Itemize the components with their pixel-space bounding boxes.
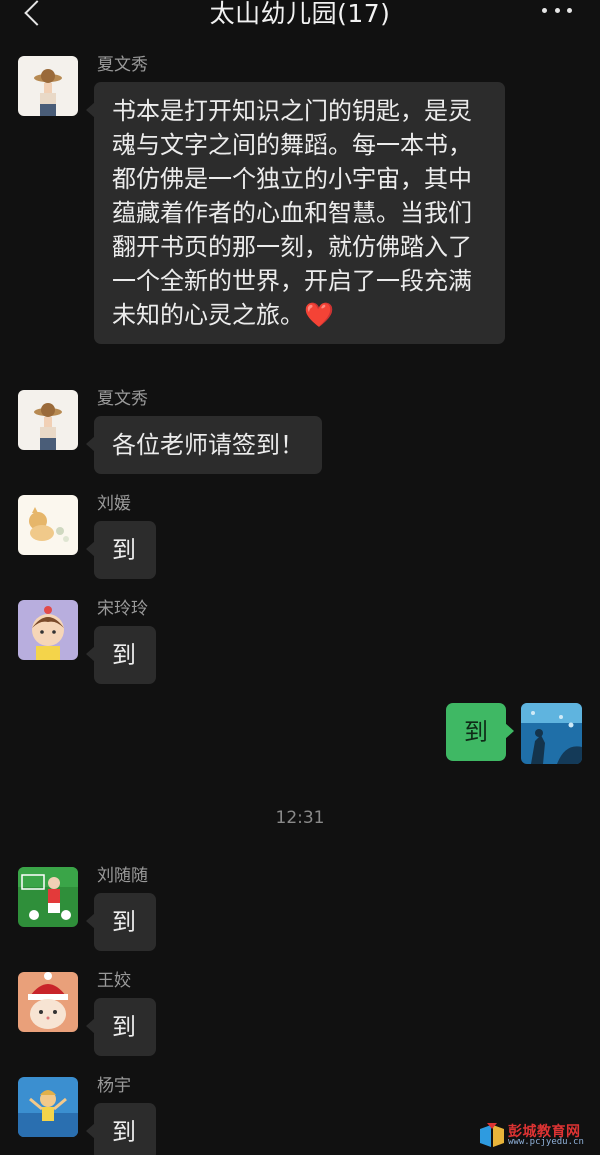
avatar[interactable] [18,972,78,1032]
self-avatar[interactable] [521,703,582,764]
avatar[interactable] [18,495,78,555]
self-message-bubble[interactable]: 到 [446,703,514,761]
watermark-logo: 彭城教育网 www.pcjyedu.cn [478,1121,596,1151]
avatar[interactable] [18,1077,78,1137]
sender-name: 杨宇 [97,1076,131,1096]
message-text: 到 [112,1118,136,1146]
message-text: 到 [112,641,136,669]
sender-name: 刘媛 [97,494,131,514]
message-bubble[interactable]: 到 [86,1103,156,1155]
sender-name: 夏文秀 [97,389,148,409]
avatar[interactable] [18,600,78,660]
message-text: 各位老师请签到！ [112,431,304,459]
message-bubble[interactable]: 到 [86,998,156,1056]
sender-name: 王姣 [97,971,131,991]
message-bubble[interactable]: 到 [86,521,156,579]
more-options-icon[interactable] [542,8,572,16]
message-text: 到 [112,1013,136,1041]
chat-title: 太山幼儿园(17) [209,0,391,28]
chat-header: 太山幼儿园(17) [0,0,600,34]
message-text: 到 [112,536,136,564]
heart-emoji: ❤️ [304,301,334,329]
message-text: 书本是打开知识之门的钥匙，是灵魂与文字之间的舞蹈。每一本书，都仿佛是一个独立的小… [112,97,472,329]
avatar[interactable] [18,56,78,116]
avatar[interactable] [18,390,78,450]
avatar[interactable] [18,867,78,927]
book-logo-icon [480,1123,504,1147]
message-text: 到 [464,718,488,746]
message-bubble[interactable]: 书本是打开知识之门的钥匙，是灵魂与文字之间的舞蹈。每一本书，都仿佛是一个独立的小… [86,82,505,344]
message-text: 到 [112,908,136,936]
message-bubble[interactable]: 到 [86,626,156,684]
sender-name: 夏文秀 [97,55,148,75]
timestamp: 12:31 [275,808,325,828]
sender-name: 宋玲玲 [97,599,148,619]
message-bubble[interactable]: 各位老师请签到！ [86,416,322,474]
watermark-url: www.pcjyedu.cn [508,1137,584,1147]
sender-name: 刘随随 [97,866,148,886]
chat-screen: 太山幼儿园(17) 夏文秀 书本是打开知识之门的钥匙，是灵魂与文字之间的舞蹈。每… [0,0,600,1155]
message-bubble[interactable]: 到 [86,893,156,951]
